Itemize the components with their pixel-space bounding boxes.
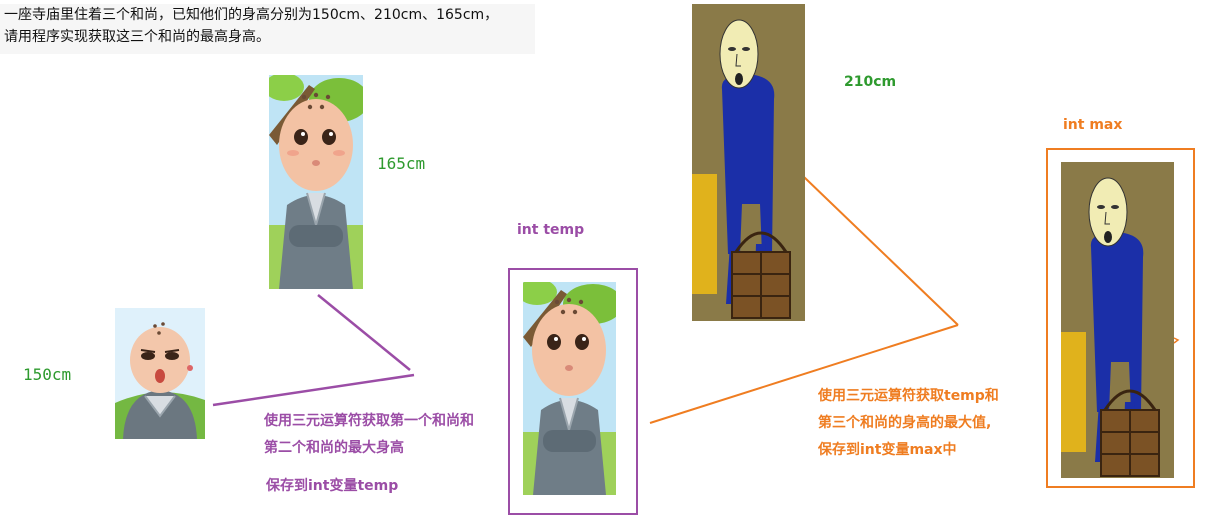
medium-monk-illustration [269,75,363,289]
tall-monk-illustration [692,4,805,321]
connector-monk2-to-max [803,176,959,326]
connector-monk3-to-temp [317,294,411,371]
max-monk-illustration [1061,162,1174,478]
connector-monk1-to-temp [212,373,415,407]
connector-temp-to-max [649,324,959,424]
short-monk-illustration [115,308,205,439]
temp-monk-illustration [523,282,616,495]
